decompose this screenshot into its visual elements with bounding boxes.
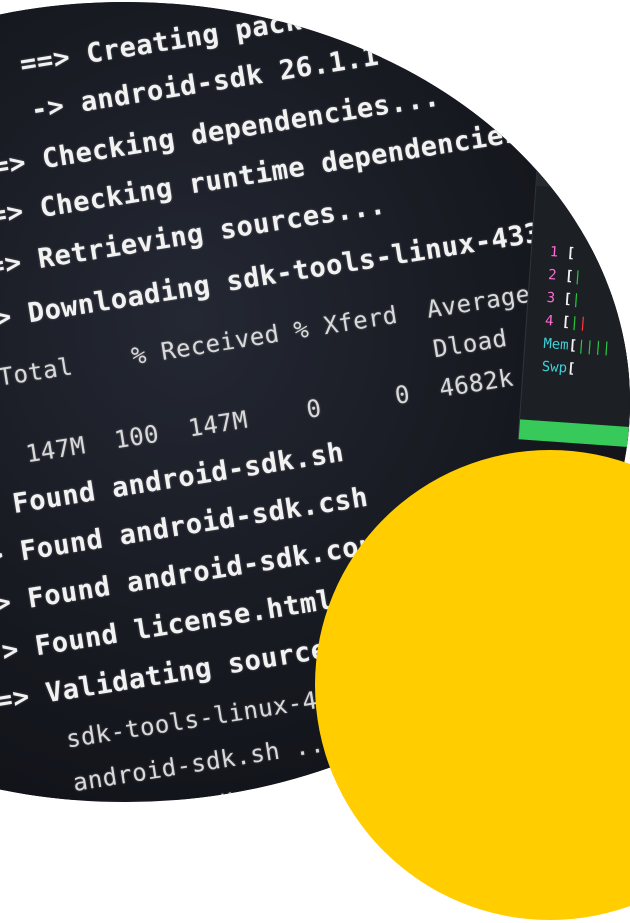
bracket: [ (566, 245, 576, 262)
cpu-number: 3 (546, 289, 556, 307)
menu-view: View (613, 172, 630, 189)
cpu-bar: | (572, 268, 583, 286)
mem-label: Mem (542, 335, 570, 354)
menu-edit: Edit (576, 169, 601, 186)
cpu-bar-red: | (578, 315, 588, 332)
swp-row: Swp[ (541, 356, 610, 384)
cpu-number: 2 (547, 266, 558, 284)
cpu-number: 4 (544, 312, 554, 330)
hero-graphic: ==> Creating package -> android-sdk 26.1… (0, 0, 630, 923)
bracket: [ (566, 360, 577, 378)
menu-file: File (542, 167, 564, 183)
mem-bar: |||| (576, 338, 612, 357)
cpu-bar: | (571, 291, 581, 309)
swp-label: Swp (541, 358, 568, 377)
cpu-number: 1 (549, 244, 559, 261)
close-dot-icon (545, 134, 558, 148)
maximize-dot-icon (597, 138, 610, 151)
minimize-dot-icon (571, 136, 584, 150)
cpu-meters: 1 [ 2 [| 3 [| 4 [|| Mem[|||| Swp[ (541, 241, 618, 383)
